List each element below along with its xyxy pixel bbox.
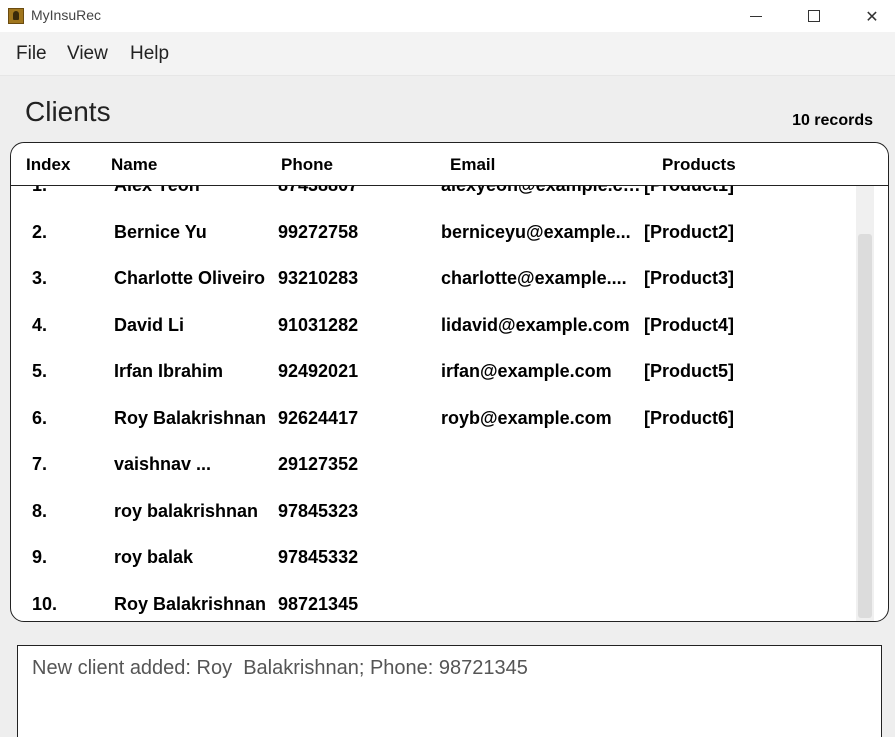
cell-products: [Product1] — [644, 186, 824, 196]
table-row[interactable]: 3. Charlotte Oliveiro 93210283 charlotte@ex… — [11, 255, 856, 302]
cell-products: [Product5] — [644, 361, 734, 381]
cell-phone: 97845332 — [278, 547, 359, 567]
cell-index: 2. — [32, 221, 48, 242]
column-header-phone[interactable]: Phone — [281, 155, 333, 175]
cell-email: royb@example.com — [441, 407, 612, 428]
column-header-products[interactable]: Products — [662, 155, 736, 175]
menu-view[interactable]: View — [67, 43, 108, 65]
maximize-icon — [808, 10, 820, 22]
result-message: New client added: Roy Balakrishnan; Phon… — [32, 657, 528, 679]
cell-index: 8. — [32, 500, 48, 521]
cell-index: 3. — [32, 268, 48, 288]
table-row[interactable]: 5. Irfan Ibrahim 92492021 irfan@example.com… — [11, 348, 856, 395]
scrollbar-thumb[interactable] — [858, 234, 872, 618]
column-header-index[interactable]: Index — [26, 155, 70, 175]
cell-index: 6. — [32, 407, 48, 428]
title-bar: MyInsuRec ✕ — [0, 0, 895, 32]
maximize-button[interactable] — [791, 0, 837, 32]
table-row[interactable]: 8. roy balakrishnan 97845323 — [11, 488, 856, 535]
window-title: MyInsuRec — [31, 7, 102, 23]
menu-file[interactable]: File — [16, 43, 47, 65]
cell-phone: 98721345 — [278, 593, 359, 614]
cell-name: Roy Balakrishnan — [114, 593, 267, 614]
cell-index: 5. — [32, 361, 48, 381]
cell-name: Charlotte Oliveiro — [114, 268, 266, 288]
table-row[interactable]: 10. Roy Balakrishnan 98721345 — [11, 581, 856, 622]
table-row[interactable]: 9. roy balak 97845332 — [11, 534, 856, 581]
column-header-email[interactable]: Email — [450, 155, 495, 175]
cell-index: 10. — [32, 593, 58, 614]
table-row[interactable]: 4. David Li 91031282 lidavid@example.com [Pr… — [11, 302, 856, 349]
cell-email: charlotte@example.... — [441, 268, 627, 288]
cell-index: 9. — [32, 547, 48, 567]
table-row[interactable]: 2. Bernice Yu 99272758 berniceyu@example...… — [11, 209, 856, 256]
cell-name: vaishnav ... — [114, 454, 212, 474]
cell-name: Alex Yeoh — [114, 186, 276, 196]
cell-name: roy balakrishnan — [114, 500, 259, 521]
cell-products: [Product3] — [644, 268, 734, 288]
close-icon: ✕ — [865, 6, 879, 26]
cell-name: Roy Balakrishnan — [114, 407, 267, 428]
column-header-name[interactable]: Name — [111, 155, 157, 175]
cell-email: lidavid@example.com — [441, 314, 630, 335]
menu-help[interactable]: Help — [130, 43, 169, 65]
cell-name: Bernice Yu — [114, 221, 207, 242]
cell-email: irfan@example.com — [441, 361, 612, 381]
cell-phone: 87438807 — [278, 186, 428, 196]
minimize-icon — [750, 15, 762, 17]
cell-name: roy balak — [114, 547, 194, 567]
table-row[interactable]: 6. Roy Balakrishnan 92624417 royb@example.c… — [11, 395, 856, 442]
table-body[interactable]: 1.Alex Yeoh87438807alexyeoh@example.com[… — [11, 186, 856, 621]
cell-phone: 97845323 — [278, 500, 359, 521]
cell-products: [Product2] — [644, 221, 734, 242]
cell-phone: 29127352 — [278, 454, 359, 474]
cell-name: Irfan Ibrahim — [114, 361, 224, 381]
table-row[interactable]: 7. vaishnav ... 29127352 — [11, 441, 856, 488]
cell-phone: 99272758 — [278, 221, 359, 242]
cell-products: [Product6] — [644, 407, 734, 428]
close-button[interactable]: ✕ — [849, 0, 895, 32]
app-icon — [8, 8, 24, 24]
table-rows: 1.Alex Yeoh87438807alexyeoh@example.com[… — [11, 186, 856, 621]
cell-phone: 92624417 — [278, 407, 359, 428]
cell-phone: 91031282 — [278, 314, 359, 335]
page-title: Clients — [25, 96, 111, 127]
cell-email: berniceyu@example... — [441, 221, 631, 242]
cell-index: 7. — [32, 454, 48, 474]
cell-name: David Li — [114, 314, 185, 335]
cell-index: 1. — [32, 186, 92, 196]
clients-table: Index Name Phone Email Products 1. Alex Y… — [10, 142, 889, 622]
cell-email: alexyeoh@example.com — [441, 186, 643, 196]
minimize-button[interactable] — [733, 0, 779, 32]
table-row[interactable]: 1. Alex Yeoh87438807 alexyeoh@example.com[… — [11, 186, 856, 209]
menu-bar: File View Help — [0, 32, 895, 76]
vertical-scrollbar[interactable] — [856, 186, 874, 621]
table-header: Index Name Phone Email Products — [11, 143, 888, 186]
record-count: 10 records — [792, 112, 873, 129]
result-display[interactable]: New client added: Roy Balakrishnan; Phon… — [17, 645, 882, 737]
cell-products: [Product4] — [644, 314, 734, 335]
cell-phone: 93210283 — [278, 268, 359, 288]
cell-index: 4. — [32, 314, 48, 335]
cell-phone: 92492021 — [278, 361, 359, 381]
